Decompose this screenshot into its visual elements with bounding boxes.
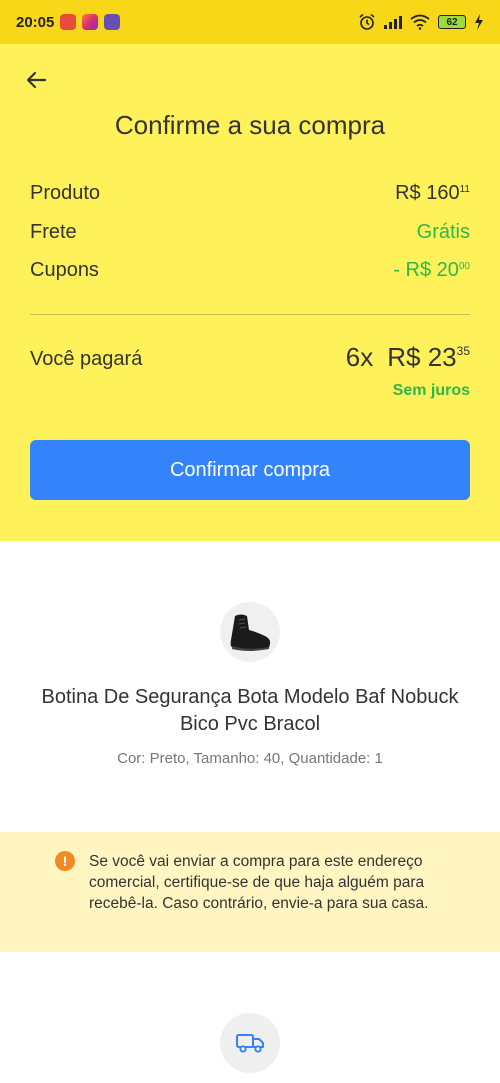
exclamation-circle-icon: ! [55, 851, 75, 871]
confirm-purchase-button[interactable]: Confirmar compra [30, 440, 470, 500]
product-thumbnail [220, 602, 280, 662]
signal-icon [384, 15, 402, 29]
coupons-label: Cupons [30, 259, 99, 281]
page-title: Confirme a sua compra [114, 110, 386, 140]
shipping-section-icon [220, 1013, 280, 1073]
notification-app-icon [104, 14, 121, 30]
charging-icon [475, 14, 483, 30]
purchase-summary: Confirme a sua compra Produto R$ 16011 F… [0, 44, 500, 541]
coupons-row: Cupons - R$ 2000 [30, 259, 470, 282]
shipping-row: Frete Grátis [30, 221, 470, 244]
divider [30, 314, 470, 315]
instagram-icon [82, 14, 99, 30]
coupons-value: - R$ 2000 [393, 259, 470, 281]
shipping-value: Grátis [416, 221, 470, 243]
product-title: Botina De Segurança Bota Modelo Baf Nobu… [41, 686, 459, 735]
boot-icon [230, 614, 271, 651]
product-label: Produto [30, 182, 101, 204]
total-installments: 6x R$ 2335 [346, 342, 470, 373]
warning-text: Se você vai enviar a compra para este en… [89, 853, 429, 912]
address-warning: ! Se você vai enviar a compra para este … [0, 832, 500, 952]
interest-note: Sem juros [392, 382, 470, 399]
installment-count: 6x [345, 342, 374, 372]
product-price: R$ 16011 [395, 182, 470, 204]
notification-app-icon [60, 14, 77, 30]
product-price-row: Produto R$ 16011 [30, 182, 470, 205]
total-label: Você pagará [30, 348, 143, 370]
shipping-label: Frete [30, 221, 77, 243]
arrow-left-icon [26, 71, 47, 89]
installment-amount: R$ 2335 [387, 342, 470, 372]
product-details: Cor: Preto, Tamanho: 40, Quantidade: 1 [117, 750, 383, 767]
wifi-icon [410, 14, 430, 30]
alarm-icon [359, 13, 375, 30]
status-bar: 20:05 62 [0, 0, 500, 44]
back-button[interactable] [22, 66, 50, 94]
status-time: 20:05 [16, 13, 55, 31]
battery-icon: 62 [438, 15, 466, 29]
truck-icon [236, 1034, 264, 1053]
